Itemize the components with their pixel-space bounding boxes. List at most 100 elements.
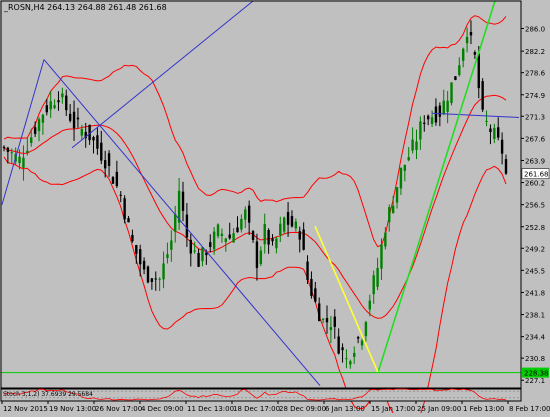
- candle-body: [465, 36, 469, 44]
- candle-body: [368, 300, 371, 310]
- candle-body: [333, 316, 336, 327]
- chart-title: _ROSN,H4 264.13 264.88 261.48 261.68: [3, 3, 167, 12]
- candle-body: [232, 233, 235, 243]
- candle-body: [279, 223, 282, 236]
- candle-body: [65, 95, 68, 111]
- candle-body: [107, 153, 111, 166]
- candle-body: [37, 119, 41, 132]
- candle-body: [318, 303, 321, 322]
- time-tick-label: 18 Dec 17:00: [233, 405, 280, 413]
- candle-body: [477, 53, 480, 89]
- price-tick-label: 249.2: [525, 245, 545, 253]
- candle-body: [154, 278, 157, 280]
- candle-body: [423, 122, 426, 124]
- price-tick-label: 260.2: [525, 180, 545, 188]
- candle-body: [481, 81, 484, 110]
- candle-body: [282, 217, 286, 232]
- chart-canvas[interactable]: 286.0 282.2 278.6 274.9 271.3 267.6 263.9 260.2…: [0, 0, 550, 417]
- candle-body: [434, 106, 438, 123]
- candle-body: [119, 194, 122, 196]
- candle-body: [193, 250, 196, 252]
- candle-body: [306, 261, 309, 280]
- candle-body: [485, 120, 488, 122]
- candle-body: [127, 218, 130, 223]
- price-tick-label: 252.8: [525, 224, 545, 232]
- candle-body: [22, 157, 25, 168]
- candle-body: [458, 65, 461, 76]
- candle-body: [68, 113, 72, 121]
- candle-body: [174, 214, 177, 232]
- candle-body: [100, 142, 103, 161]
- candle-body: [80, 129, 84, 136]
- candle-body: [111, 177, 115, 184]
- time-tick-label: 25 Jan 09:00: [417, 405, 461, 413]
- candle-body: [310, 278, 313, 296]
- candle-body: [419, 121, 422, 140]
- time-tick-label: 15 Jan 17:00: [371, 405, 415, 413]
- price-tick-label: 286.0: [525, 25, 545, 33]
- candle-body: [197, 252, 200, 267]
- price-tick-label: 282.2: [525, 48, 545, 56]
- candle-body: [181, 191, 185, 211]
- candle-body: [92, 137, 95, 141]
- candle-body: [314, 288, 317, 302]
- time-tick-label: 26 Nov 17:00: [95, 405, 142, 413]
- price-tick-label: 241.8: [525, 289, 545, 297]
- candle-body: [135, 245, 138, 254]
- candle-body: [61, 93, 64, 98]
- candle-body: [399, 167, 403, 189]
- candle-body: [489, 128, 492, 133]
- candle-body: [360, 340, 364, 346]
- price-chart[interactable]: 286.0 282.2 278.6 274.9 271.3 267.6 263.9 260.2…: [0, 0, 550, 417]
- candle-body: [158, 278, 161, 280]
- candle-body: [139, 249, 142, 265]
- candle-body: [6, 147, 10, 152]
- price-tick-label: 230.8: [525, 355, 545, 363]
- candle-body: [263, 223, 266, 245]
- candle-body: [189, 239, 192, 254]
- candle-body: [415, 141, 418, 150]
- candle-body: [166, 254, 169, 258]
- stochastic-label: Stoch 3,1,2) 37.6939 29.5684: [3, 391, 93, 398]
- candle-body: [45, 105, 49, 113]
- candle-body: [380, 244, 383, 269]
- candle-body: [430, 117, 434, 124]
- candle-body: [497, 127, 500, 138]
- candle-body: [103, 160, 107, 169]
- candle-body: [259, 250, 263, 265]
- candle-body: [33, 127, 37, 134]
- candle-body: [228, 234, 231, 239]
- time-tick-label: 1 Feb 13:00: [463, 405, 504, 413]
- candle-body: [49, 101, 52, 110]
- candle-body: [454, 76, 457, 80]
- candle-body: [376, 267, 379, 287]
- candle-body: [26, 150, 29, 153]
- candle-body: [469, 31, 473, 36]
- candle-body: [267, 229, 270, 245]
- candle-body: [244, 209, 247, 220]
- candle-body: [240, 218, 243, 230]
- candle-body: [384, 232, 387, 247]
- time-tick-label: 6 Jan 13:00: [325, 405, 365, 413]
- candle-body: [446, 100, 449, 112]
- candle-body: [337, 336, 340, 354]
- candle-body: [41, 114, 45, 123]
- candle-body: [236, 227, 239, 233]
- candle-body: [345, 358, 348, 360]
- candle-body: [146, 266, 150, 283]
- candle-body: [395, 187, 399, 203]
- candle-body: [325, 318, 329, 323]
- candle-body: [356, 337, 360, 339]
- price-tick-label: 263.9: [525, 157, 545, 165]
- price-tick-label: 234.4: [525, 334, 546, 342]
- candle-body: [353, 352, 356, 357]
- candle-body: [294, 221, 298, 229]
- support-price-label: 228.38: [524, 370, 549, 378]
- candle-body: [162, 263, 165, 280]
- candle-body: [438, 105, 442, 117]
- candle-body: [142, 260, 146, 270]
- candle-body: [298, 231, 301, 240]
- candle-body: [185, 214, 189, 238]
- price-tick-label: 274.9: [525, 92, 545, 100]
- candle-body: [150, 278, 154, 282]
